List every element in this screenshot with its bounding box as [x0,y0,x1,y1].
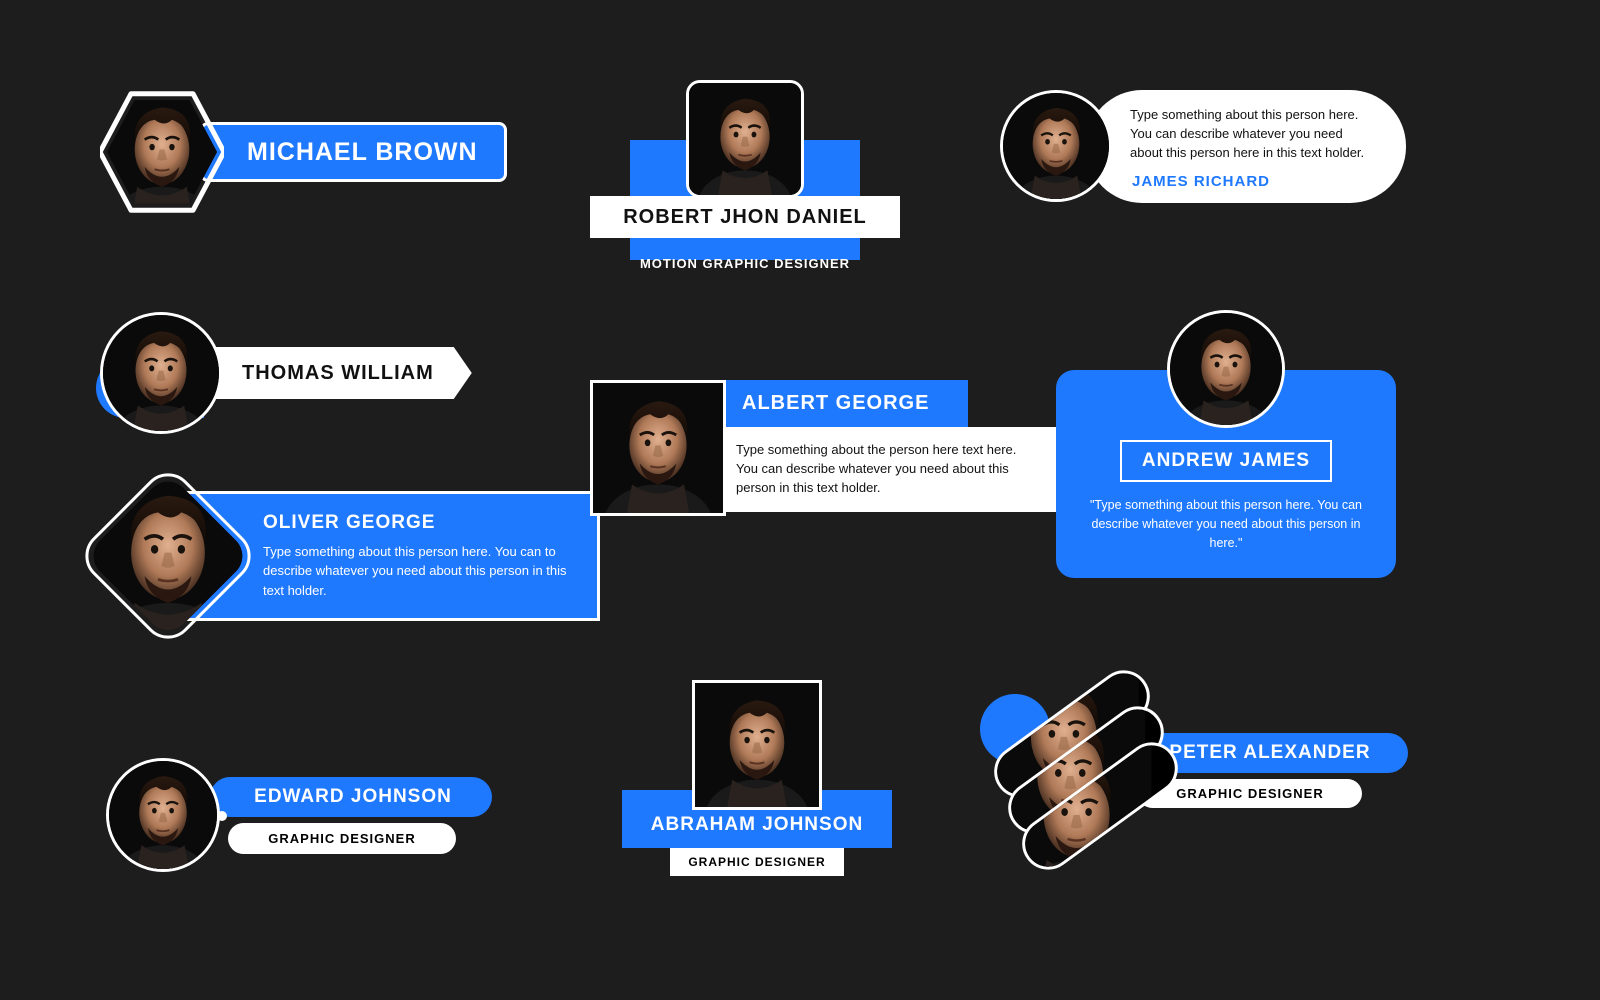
name-bar: ALBERT GEORGE [718,380,968,427]
card-thomas-william: THOMAS WILLIAM [100,312,472,434]
avatar-circle [100,312,222,434]
avatar-hexagon [100,90,224,214]
description-text: Type something about this person here. Y… [1130,106,1378,163]
name-bar: EDWARD JOHNSON [210,777,492,817]
avatar-pills [1002,700,1142,840]
description-text: Type something about this person here. Y… [263,542,569,601]
card-albert-george: ALBERT GEORGE Type something about the p… [590,380,1058,516]
portrait-icon [689,83,801,195]
name-bar: MICHAEL BROWN [200,122,507,182]
subtitle-bar: GRAPHIC DESIGNER [228,823,456,854]
avatar-square [692,680,822,810]
portrait-icon [593,383,723,513]
portrait-icon [695,683,819,807]
card-andrew-james: ANDREW JAMES "Type something about this … [1056,310,1396,578]
card-edward-johnson: EDWARD JOHNSON GRAPHIC DESIGNER [106,758,492,872]
avatar-circle [1000,90,1112,202]
card-michael-brown: MICHAEL BROWN [100,90,507,214]
avatar-circle [106,758,220,872]
portrait-icon [103,315,219,431]
name-bar: ROBERT JHON DANIEL [590,196,900,238]
portrait-icon [1170,313,1282,425]
card-abraham-johnson: ABRAHAM JOHNSON GRAPHIC DESIGNER [622,680,892,876]
avatar-square [686,80,804,198]
avatar-square [590,380,726,516]
card-oliver-george: OLIVER GEORGE Type something about this … [102,490,600,622]
name-bar: THOMAS WILLIAM [208,347,472,399]
subtitle-bar: GRAPHIC DESIGNER [670,848,843,876]
quote-text: "Type something about this person here. … [1084,496,1368,552]
avatar-circle [1167,310,1285,428]
portrait-icon [1003,93,1109,199]
name-text: ANDREW JAMES [1120,440,1332,482]
description-box: Type something about the person here tex… [718,427,1058,512]
name-text: OLIVER GEORGE [263,512,569,534]
description-box: Type something about this person here. Y… [1086,90,1406,203]
card-james-richard: Type something about this person here. Y… [1000,90,1406,203]
portrait-icon [109,761,217,869]
card-peter-alexander: PETER ALEXANDER GRAPHIC DESIGNER [1002,700,1408,840]
portrait-icon [85,473,252,640]
subtitle: MOTION GRAPHIC DESIGNER [640,256,850,271]
avatar-diamond [102,490,234,622]
card-robert-daniel: ROBERT JHON DANIEL MOTION GRAPHIC DESIGN… [590,80,900,271]
name-text: JAMES RICHARD [1132,173,1270,190]
